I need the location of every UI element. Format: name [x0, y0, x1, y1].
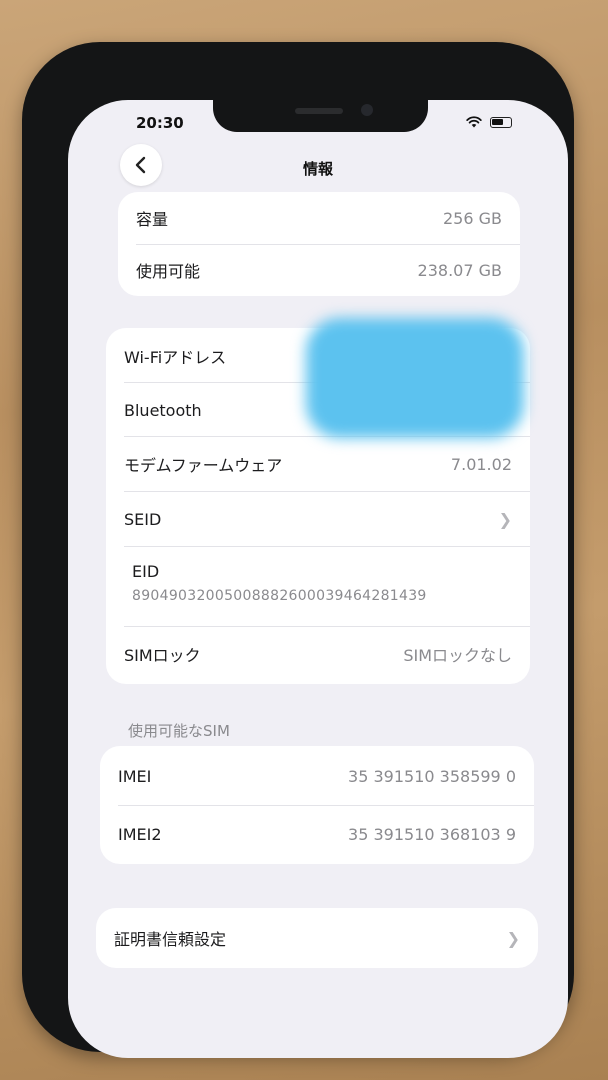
chevron-right-icon: ❯: [498, 509, 512, 529]
simlock-row: SIMロック SIMロックなし: [124, 628, 512, 680]
imei2-label: IMEI2: [118, 824, 162, 844]
imei2-value: 35 391510 368103 9: [348, 824, 516, 844]
capacity-label: 容量: [136, 210, 169, 229]
simlock-label: SIMロック: [124, 646, 201, 665]
screen: 20:30 情報 容量 256 GB 使用可能 238.07 GB Wi-Fiア…: [68, 100, 568, 1058]
certificate-card: 証明書信頼設定 ❯: [96, 908, 538, 968]
seid-row[interactable]: SEID ❯: [124, 493, 512, 545]
imei2-row: IMEI2 35 391510 368103 9: [118, 806, 516, 862]
sim-card: IMEI 35 391510 358599 0 IMEI2 35 391510 …: [100, 746, 534, 864]
capacity-value: 256 GB: [443, 208, 502, 228]
modem-firmware-value: 7.01.02: [450, 454, 512, 474]
wifi-icon: [466, 116, 482, 128]
battery-icon: [490, 116, 512, 128]
divider: [124, 491, 530, 492]
certificate-trust-row[interactable]: 証明書信頼設定 ❯: [114, 912, 520, 964]
capacity-row: 容量 256 GB: [136, 192, 502, 244]
certificate-trust-label: 証明書信頼設定: [114, 930, 227, 949]
imei-label: IMEI: [118, 766, 152, 786]
phone-frame: 20:30 情報 容量 256 GB 使用可能 238.07 GB Wi-Fiア…: [22, 42, 574, 1058]
seid-label: SEID: [124, 509, 162, 529]
front-camera: [361, 104, 373, 116]
imei-row: IMEI 35 391510 358599 0: [118, 748, 516, 804]
eid-label: EID: [132, 562, 160, 581]
status-icons: [466, 116, 512, 128]
available-row: 使用可能 238.07 GB: [136, 244, 502, 296]
page-title: 情報: [302, 160, 333, 178]
divider: [124, 546, 530, 547]
wifi-address-label: Wi-Fiアドレス: [124, 348, 227, 367]
speaker-grille: [295, 108, 343, 114]
eid-value: 89049032005008882600039464281439: [132, 588, 427, 604]
notch: [213, 100, 428, 132]
modem-firmware-label: モデムファームウェア: [124, 456, 283, 475]
chevron-right-icon: ❯: [506, 928, 520, 948]
bluetooth-label: Bluetooth: [124, 400, 202, 420]
status-time: 20:30: [136, 114, 184, 132]
storage-card: 容量 256 GB 使用可能 238.07 GB: [118, 192, 520, 296]
available-value: 238.07 GB: [417, 260, 502, 280]
redaction-overlay: [306, 318, 524, 438]
simlock-value: SIMロックなし: [403, 646, 512, 665]
available-label: 使用可能: [136, 262, 201, 281]
divider: [124, 626, 530, 627]
sim-section-header: 使用可能なSIM: [128, 722, 230, 740]
modem-firmware-row: モデムファームウェア 7.01.02: [124, 438, 512, 490]
imei-value: 35 391510 358599 0: [348, 766, 516, 786]
